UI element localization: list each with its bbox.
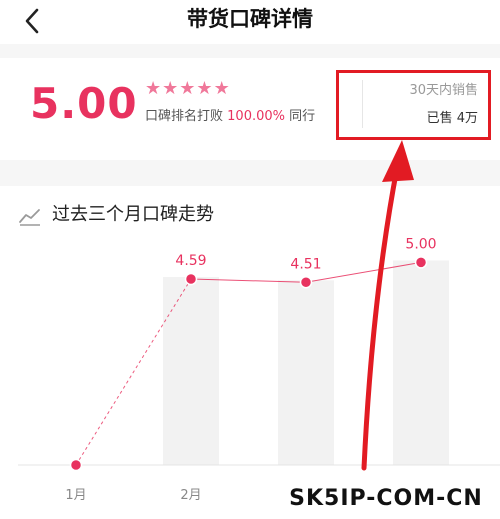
data-label: 4.51 (290, 256, 321, 272)
data-point (184, 272, 198, 286)
watermark: SK5IP-COM-CN (289, 486, 483, 511)
x-tick-label: 1月 (65, 488, 86, 503)
background-bar (278, 280, 334, 465)
annotation-arrow-shaft (361, 165, 400, 471)
data-label: 5.00 (405, 236, 436, 252)
data-point (414, 256, 428, 269)
data-label: 4.59 (175, 253, 206, 269)
trend-chart: 4.59 4.51 5.00 1月 2月 (18, 140, 500, 503)
data-point (69, 458, 83, 472)
annotation-arrow-head (382, 140, 414, 182)
x-tick-label: 2月 (180, 488, 201, 503)
background-bar (393, 260, 449, 465)
data-point (299, 276, 313, 289)
background-bar (163, 277, 219, 465)
